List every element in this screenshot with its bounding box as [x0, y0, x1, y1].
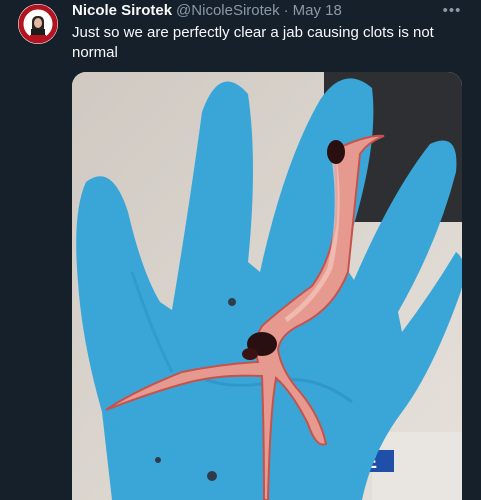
tweet[interactable]: Nicole Sirotek @NicoleSirotek · May 18 ••• … [0, 0, 481, 500]
author-name[interactable]: Nicole Sirotek [72, 2, 172, 19]
tweet-date[interactable]: May 18 [293, 2, 342, 19]
tweet-header: Nicole Sirotek @NicoleSirotek · May 18 [72, 1, 342, 21]
more-horizontal-icon[interactable]: ••• [441, 1, 463, 21]
tweet-text: Just so we are perfectly clear a jab cau… [72, 24, 434, 61]
author-handle[interactable]: @NicoleSirotek [176, 2, 280, 19]
separator-dot: · [283, 2, 289, 19]
author-avatar[interactable] [18, 4, 58, 44]
tweet-photo[interactable]: IE [72, 72, 462, 500]
